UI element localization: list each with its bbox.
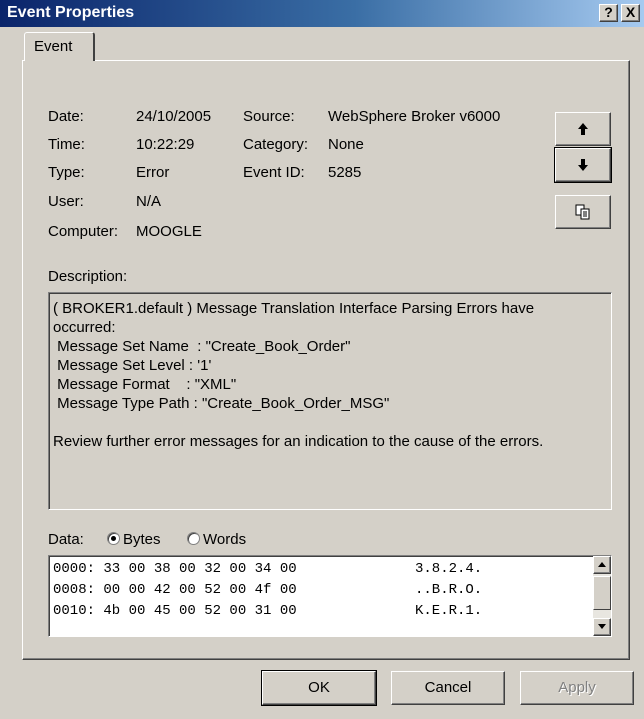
description-line: occurred:	[53, 319, 116, 336]
scroll-down-button[interactable]	[593, 618, 611, 636]
tab-event[interactable]: Event	[24, 32, 95, 61]
data-row-hex: 0010: 4b 00 45 00 52 00 31 00	[53, 603, 297, 619]
data-row-ascii: K.E.R.1.	[415, 603, 483, 619]
bytes-radio[interactable]: Bytes	[107, 531, 161, 548]
copy-icon	[575, 204, 590, 220]
description-line: Message Type Path : "Create_Book_Order_M…	[53, 395, 390, 412]
data-scrollbar[interactable]	[593, 556, 611, 636]
scroll-up-icon	[598, 562, 606, 567]
description-line	[53, 413, 607, 432]
time-value: 10:22:29	[136, 136, 195, 153]
data-hex-view[interactable]: 0000: 33 00 38 00 32 00 34 00 3.8.2.4. 0…	[48, 555, 612, 637]
words-radio-label: Words	[203, 531, 247, 548]
category-label: Category:	[243, 136, 309, 153]
title-bar[interactable]: Event Properties ? X	[0, 0, 644, 27]
type-value: Error	[136, 164, 170, 181]
description-label: Description:	[48, 268, 128, 285]
time-label: Time:	[48, 136, 85, 153]
data-row-hex: 0000: 33 00 38 00 32 00 34 00	[53, 561, 297, 577]
source-label: Source:	[243, 108, 295, 125]
scroll-down-icon	[598, 624, 606, 629]
up-arrow-icon	[578, 123, 588, 136]
help-button[interactable]: ?	[599, 4, 618, 22]
next-event-button[interactable]	[554, 147, 612, 183]
computer-label: Computer:	[48, 223, 119, 240]
description-text[interactable]: ( BROKER1.default ) Message Translation …	[48, 292, 612, 510]
words-radio[interactable]: Words	[187, 531, 246, 548]
data-row-ascii: ..B.R.O.	[415, 582, 483, 598]
event-id-value: 5285	[328, 164, 362, 181]
computer-value: MOOGLE	[136, 223, 202, 240]
cancel-button[interactable]: Cancel	[391, 671, 505, 705]
previous-event-button[interactable]	[555, 112, 611, 146]
date-label: Date:	[48, 108, 84, 125]
apply-button[interactable]: Apply	[520, 671, 634, 705]
radio-selected-icon	[107, 532, 120, 545]
description-line: Review further error messages for an ind…	[53, 433, 544, 450]
type-label: Type:	[48, 164, 85, 181]
close-button[interactable]: X	[621, 4, 640, 22]
data-row: 0008: 00 00 42 00 52 00 4f 00 ..B.R.O.	[53, 582, 611, 603]
date-value: 24/10/2005	[136, 108, 212, 125]
event-id-label: Event ID:	[243, 164, 305, 181]
bytes-radio-label: Bytes	[123, 531, 161, 548]
down-arrow-icon	[578, 159, 588, 172]
description-line: Message Set Name : "Create_Book_Order"	[53, 338, 351, 355]
source-value: WebSphere Broker v6000	[328, 108, 501, 125]
category-value: None	[328, 136, 364, 153]
data-row-ascii: 3.8.2.4.	[415, 561, 483, 577]
scroll-up-button[interactable]	[593, 556, 611, 574]
data-label: Data:	[48, 531, 84, 548]
description-line: Message Set Level : '1'	[53, 357, 212, 374]
description-line: ( BROKER1.default ) Message Translation …	[53, 300, 535, 317]
data-row: 0000: 33 00 38 00 32 00 34 00 3.8.2.4.	[53, 561, 611, 582]
description-line: Message Format : "XML"	[53, 376, 237, 393]
data-row: 0010: 4b 00 45 00 52 00 31 00 K.E.R.1.	[53, 603, 611, 624]
user-label: User:	[48, 193, 84, 210]
ok-button[interactable]: OK	[261, 670, 377, 706]
radio-unselected-icon	[187, 532, 200, 545]
window-title: Event Properties	[7, 4, 135, 21]
data-row-hex: 0008: 00 00 42 00 52 00 4f 00	[53, 582, 297, 598]
copy-button[interactable]	[555, 195, 611, 229]
tab-event-label: Event	[34, 38, 73, 55]
user-value: N/A	[136, 193, 162, 210]
scroll-thumb[interactable]	[593, 576, 611, 610]
